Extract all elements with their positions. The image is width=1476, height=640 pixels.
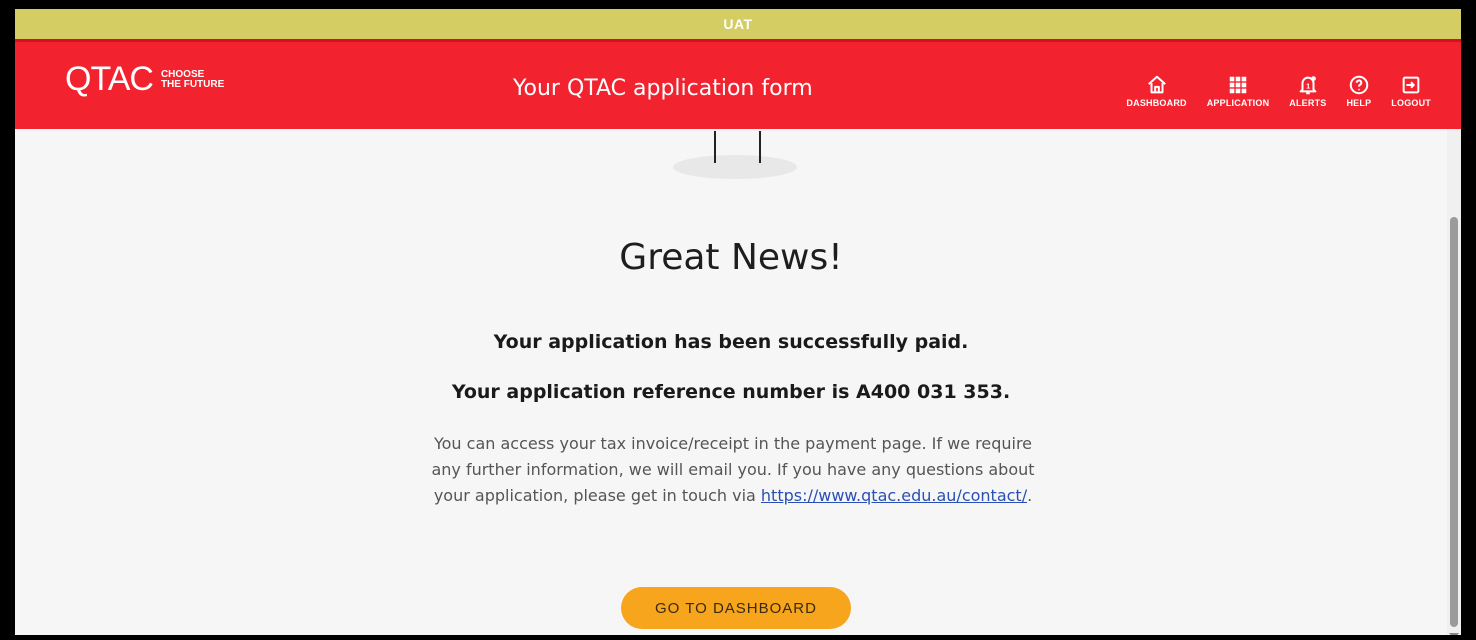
nav-help[interactable]: HELP [1346, 74, 1371, 108]
scroll-down-arrow-icon[interactable] [1449, 633, 1459, 635]
vertical-scrollbar[interactable] [1447, 129, 1461, 635]
nav-alerts[interactable]: 1 ALERTS [1289, 74, 1326, 108]
top-nav: DASHBOARD APPLICATION 1 ALERTS HELP LOGO… [1126, 74, 1431, 108]
environment-label: UAT [723, 16, 753, 32]
svg-text:1: 1 [1306, 82, 1310, 91]
nav-dashboard[interactable]: DASHBOARD [1126, 74, 1187, 108]
grid-icon [1229, 76, 1247, 94]
nav-logout[interactable]: LOGOUT [1391, 74, 1431, 108]
main-content: Great News! Your application has been su… [15, 129, 1447, 635]
app-window: UAT QTAC CHOOSE THE FUTURE Your QTAC app… [12, 6, 1464, 638]
site-header: QTAC CHOOSE THE FUTURE Your QTAC applica… [15, 39, 1461, 129]
help-icon [1349, 75, 1369, 95]
bell-icon: 1 [1299, 76, 1317, 95]
nav-application[interactable]: APPLICATION [1207, 74, 1270, 108]
go-to-dashboard-button[interactable]: GO TO DASHBOARD [621, 587, 851, 629]
environment-banner: UAT [15, 9, 1461, 39]
logo-wordmark: QTAC [65, 60, 154, 98]
reference-number-text: Your application reference number is A40… [451, 381, 1011, 403]
logout-icon [1402, 76, 1420, 94]
illustration-graphic [673, 131, 797, 179]
info-paragraph: You can access your tax invoice/receipt … [431, 434, 1035, 505]
payment-confirmation-text: Your application has been successfully p… [493, 331, 969, 353]
qtac-logo[interactable]: QTAC CHOOSE THE FUTURE [65, 60, 224, 99]
home-icon [1147, 75, 1166, 94]
success-heading: Great News! [619, 237, 843, 278]
scrollbar-thumb[interactable] [1450, 217, 1458, 627]
logo-tagline: CHOOSE THE FUTURE [160, 68, 225, 90]
contact-link[interactable]: https://www.qtac.edu.au/contact/ [761, 486, 1027, 505]
